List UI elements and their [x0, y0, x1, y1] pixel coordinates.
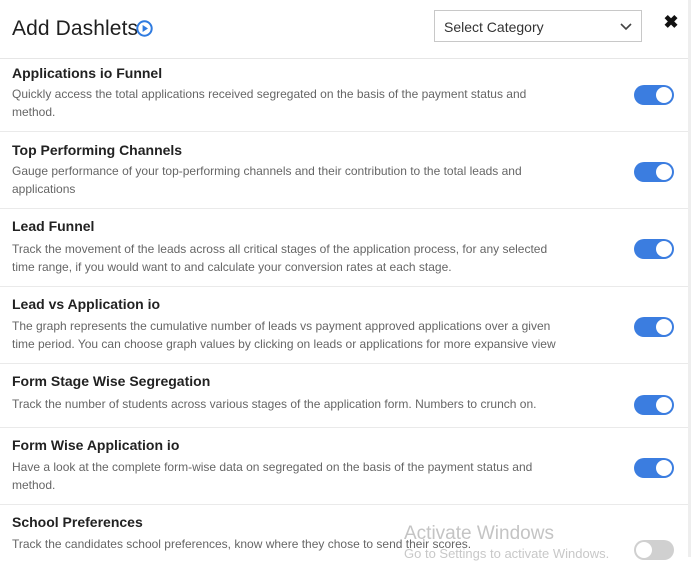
- dashlet-toggle[interactable]: [634, 540, 674, 560]
- dashlet-title: Applications io Funnel: [12, 65, 163, 81]
- dashlet-list: Applications io Funnel Quickly access th…: [0, 59, 688, 565]
- dashlet-toggle[interactable]: [634, 458, 674, 478]
- dashlet-description: The graph represents the cumulative numb…: [12, 319, 556, 351]
- toggle-knob: [656, 164, 672, 180]
- dashlet-title: Lead Funnel: [12, 218, 95, 234]
- activate-windows-hint: Go to Settings to activate Windows.: [404, 546, 610, 561]
- close-icon[interactable]: ✖: [662, 12, 680, 32]
- dashlet-row: Form Wise Application io Have a look at …: [0, 428, 688, 505]
- toggle-knob: [636, 542, 652, 558]
- dialog-header: Add Dashlets Select Category ✖: [0, 0, 691, 59]
- dashlet-title: Top Performing Channels: [12, 142, 183, 158]
- dashlet-row: Lead vs Application io The graph represe…: [0, 287, 688, 364]
- dashlet-toggle[interactable]: [634, 162, 674, 182]
- toggle-knob: [656, 397, 672, 413]
- play-icon[interactable]: [136, 20, 153, 37]
- toggle-knob: [656, 460, 672, 476]
- dashlet-title: Form Stage Wise Segregation: [12, 373, 211, 389]
- dialog-title: Add Dashlets: [12, 17, 139, 40]
- dashlet-description: Gauge performance of your top-performing…: [12, 164, 522, 196]
- dashlet-row: Top Performing Channels Gauge performanc…: [0, 132, 688, 209]
- category-select[interactable]: Select Category: [434, 10, 642, 42]
- dashlet-title: Lead vs Application io: [12, 296, 161, 312]
- dashlet-description: Have a look at the complete form-wise da…: [12, 460, 533, 492]
- dashlet-toggle[interactable]: [634, 395, 674, 415]
- toggle-knob: [656, 319, 672, 335]
- dashlet-title: School Preferences: [12, 514, 143, 530]
- dashlet-title: Form Wise Application io: [12, 437, 180, 453]
- dashlet-toggle[interactable]: [634, 85, 674, 105]
- dashlet-row: Form Stage Wise Segregation Track the nu…: [0, 364, 688, 428]
- category-select-value: Select Category: [444, 19, 544, 35]
- dashlet-description: Track the movement of the leads across a…: [12, 242, 548, 274]
- dashlet-toggle[interactable]: [634, 239, 674, 259]
- dashlet-description: Quickly access the total applications re…: [12, 87, 527, 119]
- chevron-down-icon: [620, 23, 632, 31]
- dashlet-description: Track the number of students across vari…: [12, 397, 537, 411]
- dashlet-row: Lead Funnel Track the movement of the le…: [0, 209, 688, 287]
- dashlet-row: Applications io Funnel Quickly access th…: [0, 59, 688, 132]
- toggle-knob: [656, 87, 672, 103]
- dashlet-toggle[interactable]: [634, 317, 674, 337]
- activate-windows-watermark: Activate Windows: [404, 523, 554, 544]
- toggle-knob: [656, 241, 672, 257]
